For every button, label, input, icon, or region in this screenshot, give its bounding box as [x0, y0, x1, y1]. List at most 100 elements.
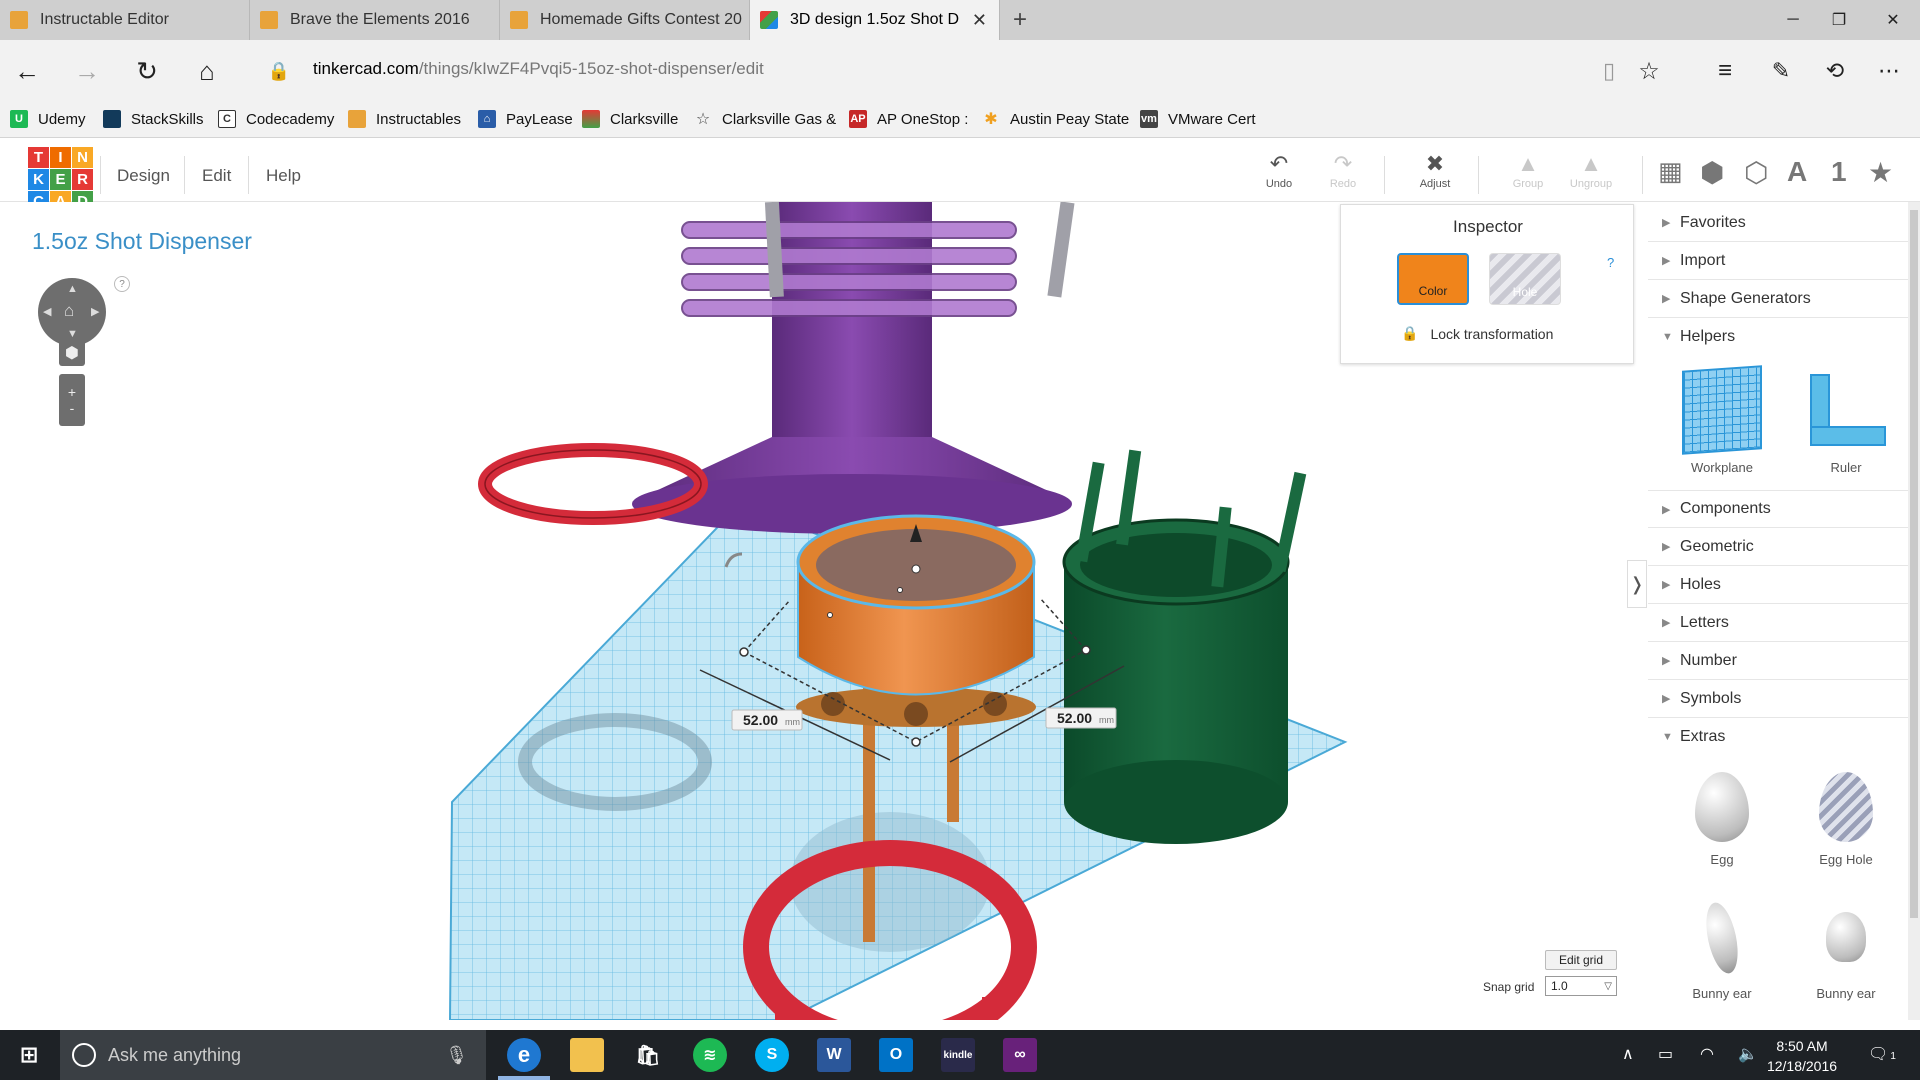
star-tool-icon[interactable]: ★	[1868, 156, 1893, 189]
home-icon[interactable]: ⌂	[188, 52, 226, 90]
extra-egg[interactable]: Egg	[1672, 772, 1772, 867]
outlook-icon[interactable]: O	[879, 1038, 913, 1072]
bookmark-clarksville[interactable]: Clarksville	[582, 110, 678, 128]
grid-view-icon[interactable]: ▦	[1658, 156, 1683, 187]
category-extras[interactable]: ▼ Extras	[1648, 718, 1908, 756]
color-swatch-button[interactable]: Color	[1397, 253, 1469, 305]
bookmark-codecademy[interactable]: C Codecademy	[218, 110, 334, 128]
home-view-icon[interactable]: ⌂	[64, 301, 74, 321]
category-geometric[interactable]: ▶ Geometric	[1648, 528, 1908, 566]
pan-down-icon[interactable]: ▼	[67, 328, 78, 340]
web-note-icon[interactable]: ✎	[1762, 52, 1800, 90]
pan-right-icon[interactable]: ▶	[91, 305, 99, 318]
zoom-in-icon[interactable]: +	[68, 384, 76, 400]
hole-swatch-button[interactable]: Hole	[1489, 253, 1561, 305]
zoom-out-icon[interactable]: -	[70, 400, 75, 416]
maximize-icon[interactable]: ❐	[1816, 0, 1862, 40]
helper-workplane[interactable]: Workplane	[1672, 365, 1772, 475]
category-letters[interactable]: ▶ Letters	[1648, 604, 1908, 642]
visual-studio-icon[interactable]: ∞	[1003, 1038, 1037, 1072]
close-tab-icon[interactable]: ✕	[972, 10, 987, 31]
windows-start-icon[interactable]: ⊞	[12, 1038, 46, 1072]
view-cube-icon[interactable]: ⬢	[59, 340, 85, 366]
bookmark-clarksville-gas[interactable]: ☆ Clarksville Gas &	[694, 110, 836, 129]
collapse-panel-button[interactable]: ❭	[1627, 560, 1647, 608]
category-shape-generators[interactable]: ▶ Shape Generators	[1648, 280, 1908, 318]
green-cup-object[interactable]	[1062, 449, 1307, 844]
edit-grid-button[interactable]: Edit grid	[1545, 950, 1617, 970]
inspector-help-icon[interactable]: ?	[1607, 255, 1614, 270]
refresh-icon[interactable]: ↻	[128, 52, 166, 90]
scrollbar-thumb[interactable]	[1910, 210, 1918, 918]
redo-button[interactable]: ↷ Redo	[1313, 150, 1373, 190]
bookmark-ap-onestop[interactable]: AP AP OneStop :	[849, 110, 968, 128]
dimension-label-left[interactable]: 52.00 mm	[731, 709, 803, 731]
more-icon[interactable]: ⋯	[1870, 52, 1908, 90]
tab-instructable-editor[interactable]: Instructable Editor	[0, 0, 250, 40]
category-symbols[interactable]: ▶ Symbols	[1648, 680, 1908, 718]
wireframe-view-icon[interactable]: ⬡	[1744, 156, 1768, 189]
tab-brave-the-elements[interactable]: Brave the Elements 2016	[250, 0, 500, 40]
extra-bunny-ear-2[interactable]: Bunny ear	[1796, 902, 1896, 1001]
pan-left-icon[interactable]: ◀	[43, 305, 51, 318]
category-favorites[interactable]: ▶ Favorites	[1648, 204, 1908, 242]
text-tool-icon[interactable]: A	[1787, 156, 1807, 188]
adjust-button[interactable]: ✖ Adjust	[1405, 150, 1465, 190]
bookmark-paylease[interactable]: ⌂ PayLease	[478, 110, 573, 128]
dimension-label-right[interactable]: 52.00 mm	[1045, 707, 1117, 729]
red-ring-object[interactable]	[478, 443, 708, 525]
category-components[interactable]: ▶ Components	[1648, 490, 1908, 528]
bookmark-vmware[interactable]: vm VMware Cert	[1140, 110, 1256, 128]
edge-browser-icon[interactable]: e	[507, 1038, 541, 1072]
navigation-help-icon[interactable]: ?	[114, 276, 130, 292]
bookmark-stackskills[interactable]: StackSkills	[103, 110, 204, 128]
design-title[interactable]: 1.5oz Shot Dispenser	[32, 228, 252, 255]
snap-grid-select[interactable]: 1.0 ▽	[1545, 976, 1617, 996]
category-number[interactable]: ▶ Number	[1648, 642, 1908, 680]
new-tab-button[interactable]: +	[1000, 0, 1040, 40]
reading-view-icon[interactable]: ▯	[1590, 52, 1628, 90]
extra-egg-hole[interactable]: Egg Hole	[1796, 772, 1896, 867]
menu-help[interactable]: Help	[266, 166, 301, 186]
url-field[interactable]: tinkercad.com/things/kIwZF4Pvqi5-15oz-sh…	[313, 59, 764, 79]
number-tool-icon[interactable]: 1	[1831, 156, 1847, 188]
favorite-star-icon[interactable]: ☆	[1630, 52, 1668, 90]
word-icon[interactable]: W	[817, 1038, 851, 1072]
bookmark-udemy[interactable]: U Udemy	[10, 110, 86, 128]
view-navigation-control[interactable]: ▲ ▼ ◀ ▶ ⌂	[38, 278, 106, 346]
menu-edit[interactable]: Edit	[202, 166, 231, 186]
back-icon[interactable]: ←	[8, 52, 46, 90]
kindle-icon[interactable]: kindle	[941, 1038, 975, 1072]
lock-transformation-toggle[interactable]: 🔒 Lock transformation	[1401, 325, 1553, 342]
file-explorer-icon[interactable]	[570, 1038, 604, 1072]
bookmark-instructables[interactable]: Instructables	[348, 110, 461, 128]
forward-icon[interactable]: →	[68, 52, 106, 90]
hub-icon[interactable]: ≡	[1706, 52, 1744, 90]
undo-button[interactable]: ↶ Undo	[1249, 150, 1309, 190]
battery-icon[interactable]: ▭	[1658, 1044, 1673, 1064]
volume-icon[interactable]: 🔈	[1738, 1044, 1758, 1064]
cortana-search-box[interactable]: Ask me anything 🎙	[60, 1030, 486, 1080]
tab-3d-design[interactable]: 3D design 1.5oz Shot D ✕	[750, 0, 1000, 40]
category-holes[interactable]: ▶ Holes	[1648, 566, 1908, 604]
close-window-icon[interactable]: ✕	[1870, 0, 1916, 40]
action-center-icon[interactable]: 🗨 1	[1868, 1044, 1896, 1064]
menu-design[interactable]: Design	[117, 166, 170, 186]
wifi-icon[interactable]: ◠	[1700, 1044, 1714, 1064]
microphone-icon[interactable]: 🎙	[445, 1045, 468, 1066]
store-icon[interactable]: 🛍	[631, 1038, 665, 1072]
show-hidden-icons-icon[interactable]: ∧	[1622, 1044, 1634, 1064]
skype-icon[interactable]: S	[755, 1038, 789, 1072]
pan-up-icon[interactable]: ▲	[67, 283, 78, 295]
spotify-icon[interactable]: ≋	[693, 1038, 727, 1072]
minimize-icon[interactable]: ─	[1770, 0, 1816, 40]
group-button[interactable]: ▲ Group	[1498, 150, 1558, 190]
helper-ruler[interactable]: Ruler	[1796, 368, 1896, 475]
extra-bunny-ear[interactable]: Bunny ear	[1672, 899, 1772, 1001]
category-helpers[interactable]: ▼ Helpers	[1648, 318, 1908, 356]
ungroup-button[interactable]: ▲ Ungroup	[1561, 150, 1621, 190]
panel-scrollbar[interactable]	[1908, 202, 1920, 1020]
system-clock[interactable]: 8:50 AM 12/18/2016	[1762, 1036, 1842, 1076]
share-icon[interactable]: ⟲	[1816, 52, 1854, 90]
cube-view-icon[interactable]: ⬢	[1700, 156, 1724, 189]
